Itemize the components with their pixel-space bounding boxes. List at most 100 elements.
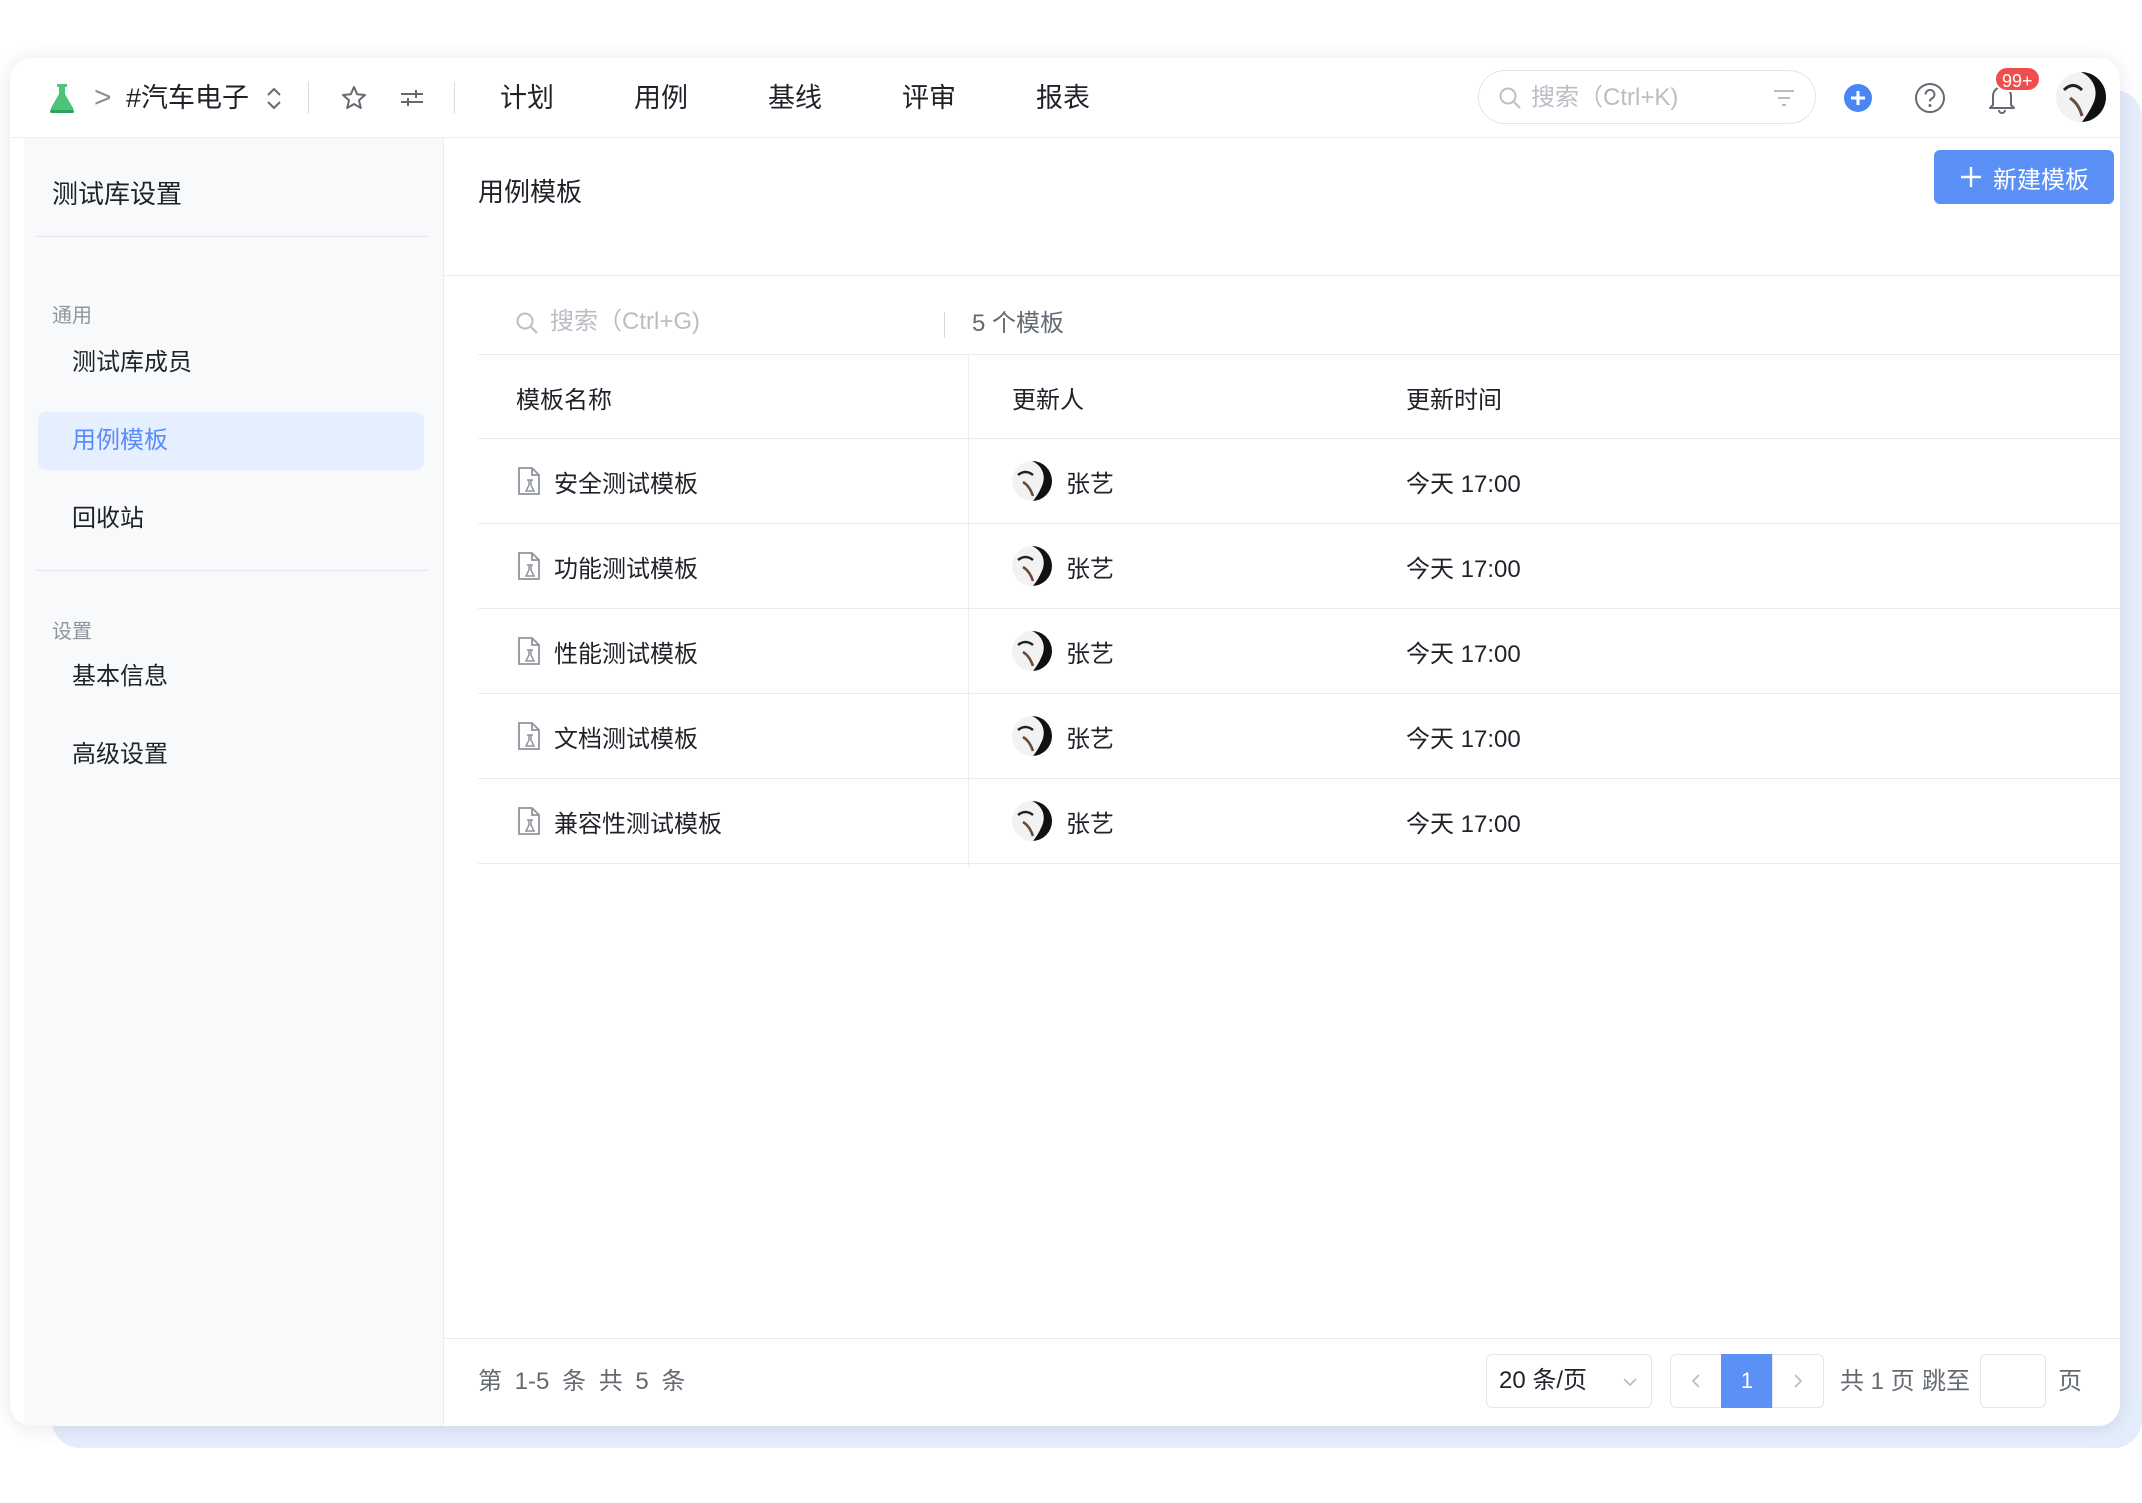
- template-name: 安全测试模板: [554, 470, 698, 498]
- template-name-cell[interactable]: 性能测试模板: [516, 609, 698, 693]
- sidebar-item-basic-info[interactable]: 基本信息: [38, 648, 424, 706]
- chevron-down-icon: [1623, 1378, 1637, 1387]
- divider: [454, 82, 455, 114]
- template-name-cell[interactable]: 安全测试模板: [516, 439, 698, 523]
- table-row[interactable]: 文档测试模板 张艺 今天 17:00: [478, 694, 2120, 779]
- switch-updown-icon[interactable]: [262, 80, 286, 116]
- table-row[interactable]: 功能测试模板 张艺 今天 17:00: [478, 524, 2120, 609]
- template-name-cell[interactable]: 功能测试模板: [516, 524, 698, 608]
- file-icon: [518, 722, 540, 750]
- user-avatar[interactable]: [2056, 72, 2106, 122]
- avatar: [1012, 716, 1052, 756]
- table-header: 模板名称 更新人 更新时间: [478, 354, 2120, 439]
- sidebar-item-advanced-settings[interactable]: 高级设置: [38, 726, 424, 784]
- new-template-button[interactable]: 新建模板: [1934, 150, 2114, 204]
- updater-cell: 张艺: [1012, 609, 1114, 693]
- chevron-right-icon: [1794, 1374, 1803, 1388]
- updater-cell: 张艺: [1012, 779, 1114, 863]
- jump-page-input[interactable]: [1980, 1354, 2046, 1408]
- divider: [944, 312, 945, 338]
- column-header-name[interactable]: 模板名称: [516, 355, 612, 439]
- template-name-cell[interactable]: 兼容性测试模板: [516, 779, 722, 863]
- add-circle-icon[interactable]: [1840, 80, 1876, 116]
- table-row[interactable]: 性能测试模板 张艺 今天 17:00: [478, 609, 2120, 694]
- updater-cell: 张艺: [1012, 524, 1114, 608]
- template-search-input[interactable]: [550, 302, 910, 342]
- template-name: 兼容性测试模板: [554, 810, 722, 838]
- template-name: 文档测试模板: [554, 725, 698, 753]
- page-size-select[interactable]: 20 条/页: [1486, 1354, 1652, 1408]
- file-icon: [518, 807, 540, 835]
- divider: [444, 1338, 2120, 1339]
- logo-flask-icon[interactable]: [44, 80, 80, 116]
- updater-name: 张艺: [1066, 810, 1114, 838]
- template-name-cell[interactable]: 文档测试模板: [516, 694, 698, 778]
- group-label-settings: 设置: [52, 621, 92, 643]
- total-pages: 共 1 页: [1840, 1368, 1915, 1395]
- jump-label: 跳至: [1922, 1368, 1970, 1395]
- prev-page-button[interactable]: [1670, 1354, 1722, 1408]
- template-search[interactable]: [514, 298, 934, 346]
- main-panel: 用例模板 新建模板 5 个模板 模板名称 更新人 更新时间 安全测试模板: [444, 138, 2120, 1426]
- file-icon: [518, 552, 540, 580]
- sidebar-title: 测试库设置: [52, 179, 183, 209]
- avatar: [1012, 631, 1052, 671]
- column-header-time[interactable]: 更新时间: [1406, 355, 1502, 439]
- page-title: 用例模板: [478, 177, 583, 207]
- sidebar-item-case-templates[interactable]: 用例模板: [38, 412, 424, 470]
- pagination-range: 第 1-5 条 共 5 条: [478, 1368, 686, 1395]
- file-icon: [518, 637, 540, 665]
- page-button-current[interactable]: 1: [1721, 1354, 1773, 1408]
- template-count: 5 个模板: [972, 310, 1065, 337]
- sidebar-item-recycle-bin[interactable]: 回收站: [38, 490, 424, 548]
- table-row[interactable]: 安全测试模板 张艺 今天 17:00: [478, 439, 2120, 524]
- avatar: [1012, 461, 1052, 501]
- nav-reports[interactable]: 报表: [1036, 76, 1090, 120]
- update-time: 今天 17:00: [1406, 725, 1521, 753]
- chevron-left-icon: [1691, 1374, 1700, 1388]
- nav-baseline[interactable]: 基线: [768, 76, 822, 120]
- table-row[interactable]: 兼容性测试模板 张艺 今天 17:00: [478, 779, 2120, 864]
- updater-cell: 张艺: [1012, 694, 1114, 778]
- star-icon[interactable]: [336, 80, 372, 116]
- nav-plan[interactable]: 计划: [500, 76, 554, 120]
- column-header-updater[interactable]: 更新人: [1012, 355, 1084, 439]
- updater-cell: 张艺: [1012, 439, 1114, 523]
- next-page-button[interactable]: [1772, 1354, 1824, 1408]
- divider: [36, 570, 428, 571]
- project-name[interactable]: #汽车电子: [126, 78, 249, 118]
- nav-review[interactable]: 评审: [902, 76, 956, 120]
- template-table: 模板名称 更新人 更新时间 安全测试模板 张艺 今天 17:00 功能测试模板 …: [478, 354, 2120, 864]
- top-bar: > #汽车电子 计划 用例 基线 评审 报表 搜索（Ctrl+K) 99+: [10, 58, 2120, 138]
- search-icon: [1499, 87, 1521, 109]
- avatar: [1012, 801, 1052, 841]
- settings-sliders-icon[interactable]: [394, 80, 430, 116]
- filter-icon[interactable]: [1771, 86, 1797, 110]
- chevron-right-icon: >: [94, 81, 112, 114]
- app-window: > #汽车电子 计划 用例 基线 评审 报表 搜索（Ctrl+K) 99+ 测试…: [10, 58, 2120, 1426]
- help-icon[interactable]: [1912, 80, 1948, 116]
- avatar: [1012, 546, 1052, 586]
- notification-badge: 99+: [1994, 66, 2041, 92]
- group-label-general: 通用: [52, 305, 92, 327]
- global-search-input[interactable]: [1531, 79, 1751, 117]
- divider: [36, 236, 428, 237]
- template-name: 性能测试模板: [554, 640, 698, 668]
- update-time: 今天 17:00: [1406, 470, 1521, 498]
- updater-name: 张艺: [1066, 470, 1114, 498]
- divider: [444, 275, 2120, 276]
- updater-name: 张艺: [1066, 725, 1114, 753]
- update-time: 今天 17:00: [1406, 640, 1521, 668]
- update-time: 今天 17:00: [1406, 810, 1521, 838]
- search-icon: [516, 312, 538, 334]
- file-icon: [518, 467, 540, 495]
- page-size-value: 20 条/页: [1499, 1367, 1588, 1394]
- nav-cases[interactable]: 用例: [634, 76, 688, 120]
- new-template-label: 新建模板: [1993, 166, 2089, 194]
- sidebar-item-members[interactable]: 测试库成员: [38, 334, 424, 392]
- updater-name: 张艺: [1066, 640, 1114, 668]
- settings-sidebar: 测试库设置 通用 测试库成员 用例模板 回收站 设置 基本信息 高级设置: [24, 138, 444, 1426]
- template-name: 功能测试模板: [554, 555, 698, 583]
- divider: [308, 82, 309, 114]
- global-search[interactable]: [1478, 70, 1816, 124]
